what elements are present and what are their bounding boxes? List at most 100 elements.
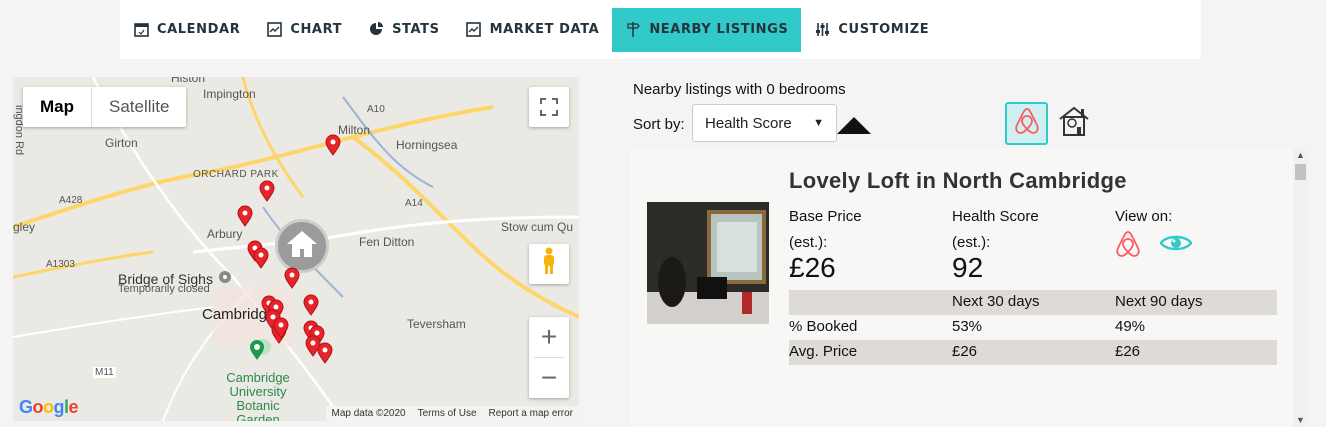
map-label-orchard-park: ORCHARD PARK [193,169,279,180]
view-on-label: View on: [1115,208,1173,225]
scrollbar-thumb[interactable] [1295,164,1306,180]
map-label-botanic-garden: Cambridge University Botanic Garden [226,370,290,422]
listing-pin[interactable] [317,342,333,364]
map-type-satellite-button[interactable]: Satellite [92,87,186,127]
map-label-arbury: Arbury [207,227,243,241]
tab-market-data-label: MARKET DATA [489,22,600,37]
home-marker[interactable] [275,219,329,273]
eye-icon[interactable] [1159,232,1193,259]
airbnb-filter-button[interactable] [1005,102,1048,145]
vrbo-filter-button[interactable] [1055,104,1093,142]
sort-direction-toggle[interactable] [837,117,871,134]
row-booked-30: 53% [952,318,983,335]
market-chart-icon [466,22,482,38]
nearby-heading: Nearby listings with 0 bedrooms [633,81,846,98]
signpost-icon [625,22,641,38]
map-label-girton: Girton [105,136,138,150]
park-pin-icon [249,339,265,366]
listing-pin[interactable] [273,317,289,339]
fullscreen-icon [540,92,558,123]
header-next-30: Next 30 days [952,293,1040,310]
map-data-attribution: Map data ©2020 [331,408,406,419]
tab-market-data[interactable]: MARKET DATA [453,8,613,52]
google-logo: Google [19,397,79,417]
fullscreen-button[interactable] [529,87,569,127]
map-label-m11: M11 [93,367,116,378]
attraction-icon [218,270,232,289]
top-navigation: CALENDAR CHART STATS MARKET DATA NEARBY … [120,0,1201,59]
listing-scrollbar[interactable]: ▲ ▼ [1293,148,1308,427]
home-icon [285,229,319,264]
tab-chart-label: CHART [290,22,343,37]
zoom-in-button[interactable]: + [529,317,569,357]
tab-stats[interactable]: STATS [355,8,453,52]
sort-select-value: Health Score [705,114,792,132]
house-icon [1057,105,1091,142]
map-label-milton: Milton [338,123,371,137]
health-score-label-line1: Health Score [952,208,1039,225]
pie-chart-icon [368,22,384,38]
map-label-horningsea: Horningsea [396,138,458,152]
map-label-fen-ditton: Fen Ditton [359,235,415,249]
tab-calendar-label: CALENDAR [157,22,241,37]
map-view[interactable]: Histon Impington Milton Girton Horningse… [13,77,579,421]
listing-pin[interactable] [253,247,269,269]
base-price-label-line1: Base Price [789,208,862,225]
zoom-control: + − [529,317,569,398]
base-price-label: Base Price (est.): [789,204,862,256]
sort-select[interactable]: Health Score ▼ [692,104,837,142]
row-booked-label: % Booked [789,318,858,335]
listing-photo[interactable] [647,202,769,324]
row-booked-90: 49% [1115,318,1146,335]
map-label-a1303: A1303 [46,259,75,270]
map-type-toggle: Map Satellite [23,87,187,127]
stats-header-row: Next 30 days Next 90 days [789,290,1277,315]
stats-row-booked: % Booked 53% 49% [789,315,1277,340]
listing-pin[interactable] [237,205,253,227]
health-score-value: 92 [952,252,984,283]
map-label-teversham: Teversham [407,317,466,331]
row-avg-price-30: £26 [952,343,978,360]
chevron-down-icon: ▼ [813,117,824,129]
tab-chart[interactable]: CHART [253,8,355,52]
map-label-stow-cum-quy: Stow cum Qu [501,220,574,234]
listing-pin[interactable] [325,134,341,156]
map-label-a428: A428 [59,195,83,206]
map-type-map-button[interactable]: Map [23,87,92,127]
sort-label: Sort by: [633,116,685,133]
line-chart-icon [266,22,282,38]
scroll-down-icon[interactable]: ▼ [1296,415,1305,425]
listing-title[interactable]: Lovely Loft in North Cambridge [789,168,1127,194]
map-label-a10: A10 [367,104,385,115]
pegman-icon [540,247,558,282]
map-footer: Map data ©2020 Terms of Use Report a map… [325,406,579,421]
tab-customize-label: CUSTOMIZE [838,22,930,37]
tab-nearby-listings[interactable]: NEARBY LISTINGS [612,7,802,52]
stats-row-avg-price: Avg. Price £26 £26 [789,340,1277,365]
zoom-out-button[interactable]: − [529,358,569,398]
terms-of-use-link[interactable]: Terms of Use [418,408,477,419]
report-map-error-link[interactable]: Report a map error [489,408,573,419]
tab-stats-label: STATS [392,22,440,37]
tab-nearby-listings-label: NEARBY LISTINGS [649,22,789,37]
scroll-up-icon[interactable]: ▲ [1296,150,1305,160]
tab-calendar[interactable]: CALENDAR [120,8,253,52]
listing-pin[interactable] [303,294,319,316]
tab-customize[interactable]: CUSTOMIZE [801,8,942,52]
health-score-label: Health Score (est.): [952,204,1039,256]
map-label-histon: Histon [171,77,206,85]
map-label-gley: gley [13,220,36,234]
base-price-value: £26 [789,252,836,283]
header-next-90: Next 90 days [1115,293,1203,310]
listing-pin[interactable] [259,180,275,202]
airbnb-icon [1013,106,1041,141]
row-avg-price-label: Avg. Price [789,343,858,360]
map-label-a14: A14 [405,198,423,209]
airbnb-link-icon[interactable] [1114,229,1142,264]
calendar-icon [133,22,149,38]
map-label-temporarily-closed: Temporarily closed [118,283,210,295]
street-view-button[interactable] [529,244,569,284]
map-label-impington: Impington [203,87,256,101]
row-avg-price-90: £26 [1115,343,1141,360]
listing-pin[interactable] [284,267,300,289]
